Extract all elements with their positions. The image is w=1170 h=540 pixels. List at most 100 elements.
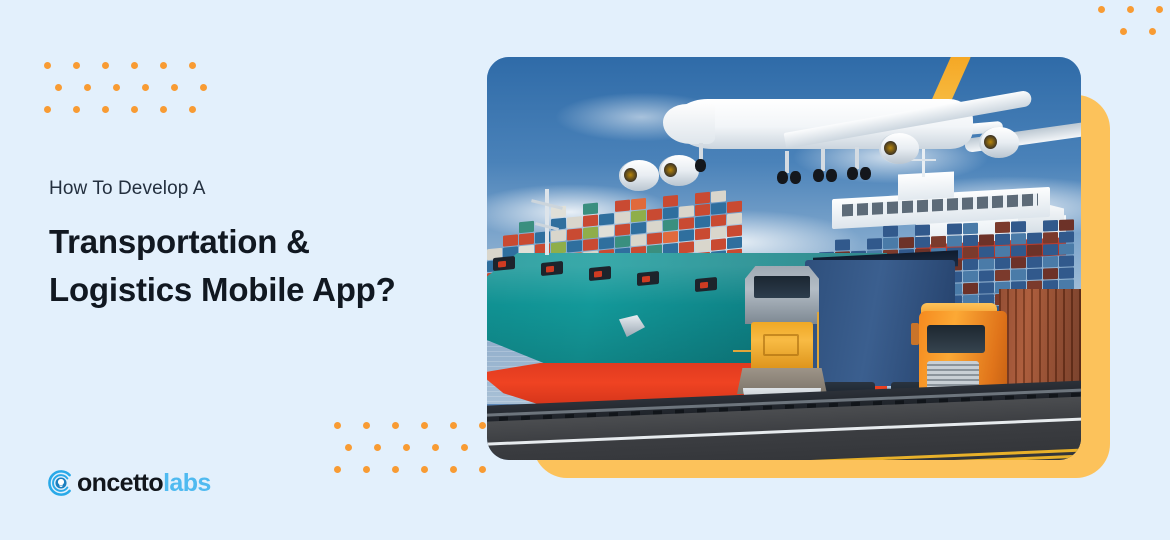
shipping-container — [1043, 219, 1058, 232]
lightbulb-circle-icon — [46, 468, 76, 498]
road-edge-line — [487, 417, 1081, 446]
ship-bollard — [493, 255, 515, 272]
decorative-dot — [403, 444, 410, 451]
dot-row — [1120, 28, 1170, 35]
decorative-dot — [160, 106, 167, 113]
decorative-dot — [1149, 28, 1156, 35]
ship-bollard — [695, 276, 717, 293]
banner-root: How To Develop A Transportation & Logist… — [0, 0, 1170, 540]
shipping-container — [979, 234, 994, 246]
shipping-container — [551, 241, 566, 255]
locomotive-handrail — [817, 312, 819, 376]
decorative-dot — [345, 444, 352, 451]
decorative-dot — [1120, 28, 1127, 35]
ship-bollard — [589, 265, 611, 282]
ship-bollard — [637, 270, 659, 287]
shipping-container — [663, 230, 678, 244]
shipping-container — [679, 217, 694, 230]
shipping-container — [631, 209, 646, 223]
shipping-container — [995, 245, 1010, 258]
shipping-container — [663, 218, 678, 232]
shipping-container — [947, 223, 962, 235]
shipping-container — [631, 221, 646, 235]
shipping-container — [1011, 269, 1026, 281]
logistics-scene — [487, 57, 1081, 460]
shipping-container — [663, 206, 678, 220]
cargo-airplane — [607, 57, 1081, 203]
concetto-labs-logo[interactable]: oncettolabs — [46, 468, 211, 498]
shipping-container — [995, 257, 1010, 270]
decorative-dot — [113, 84, 120, 91]
shipping-container — [1027, 232, 1042, 245]
truck-windshield — [927, 325, 985, 353]
decorative-dot — [73, 62, 80, 69]
shipping-container — [979, 258, 994, 270]
decorative-dot — [131, 106, 138, 113]
decorative-dot — [334, 422, 341, 429]
decorative-dot — [432, 444, 439, 451]
shipping-container — [631, 233, 646, 247]
shipping-container — [647, 232, 662, 245]
headline-line-1: Transportation & — [49, 223, 310, 260]
shipping-container — [695, 203, 710, 217]
shipping-container — [615, 211, 630, 224]
shipping-container — [711, 226, 726, 239]
decorative-dot — [160, 62, 167, 69]
dot-grid-top-left — [44, 62, 207, 128]
shipping-container — [1027, 268, 1042, 281]
page-title: Transportation & Logistics Mobile App? — [49, 218, 469, 314]
shipping-container — [583, 238, 598, 252]
locomotive-nose-panel — [763, 334, 799, 356]
decorative-dot — [479, 466, 486, 473]
dot-grid-bottom-left — [334, 422, 497, 488]
shipping-container — [1011, 257, 1026, 269]
decorative-dot — [1127, 6, 1134, 13]
shipping-container — [1043, 255, 1058, 268]
shipping-container — [963, 258, 978, 271]
shipping-container — [679, 241, 694, 254]
shipping-container — [727, 212, 742, 226]
shipping-container — [727, 236, 742, 250]
decorative-dot — [479, 422, 486, 429]
shipping-container — [711, 238, 726, 251]
shipping-container — [519, 220, 534, 234]
shipping-container — [695, 215, 710, 229]
airplane-main-wheel — [847, 167, 858, 180]
logo-wordmark: oncettolabs — [77, 468, 211, 497]
shipping-container — [1011, 221, 1026, 233]
shipping-container — [1027, 256, 1042, 269]
airplane-main-gear-strut — [785, 151, 789, 173]
ship-bollard — [541, 260, 563, 277]
decorative-dot — [55, 84, 62, 91]
shipping-container — [583, 226, 598, 240]
airplane-main-gear-strut — [855, 147, 859, 169]
airplane-main-wheel — [790, 171, 801, 184]
shipping-container — [963, 246, 978, 259]
truck-mirror — [911, 323, 919, 345]
decorative-dot — [171, 84, 178, 91]
decorative-dot — [44, 62, 51, 69]
dot-row — [1098, 6, 1170, 13]
logo-word-dark: oncetto — [77, 468, 164, 497]
shipping-container — [695, 227, 710, 241]
shipping-container — [963, 234, 978, 247]
airplane-main-wheel — [860, 167, 871, 180]
hero-image-card — [487, 57, 1081, 460]
shipping-container — [995, 269, 1010, 282]
locomotive-windshield — [754, 276, 810, 298]
shipping-container — [995, 233, 1010, 246]
airplane-main-wheel — [826, 169, 837, 182]
shipping-container — [711, 214, 726, 227]
decorative-dot — [363, 422, 370, 429]
decorative-dot — [131, 62, 138, 69]
headline-line-2: Logistics Mobile App? — [49, 270, 396, 308]
dot-row — [345, 444, 497, 451]
shipping-container — [1043, 231, 1058, 244]
shipping-container — [567, 240, 582, 253]
shipping-container — [995, 221, 1010, 234]
airplane-engine — [879, 133, 919, 164]
shipping-container — [727, 224, 742, 238]
shipping-container — [583, 214, 598, 228]
decorative-dot — [392, 466, 399, 473]
decorative-dot — [450, 422, 457, 429]
